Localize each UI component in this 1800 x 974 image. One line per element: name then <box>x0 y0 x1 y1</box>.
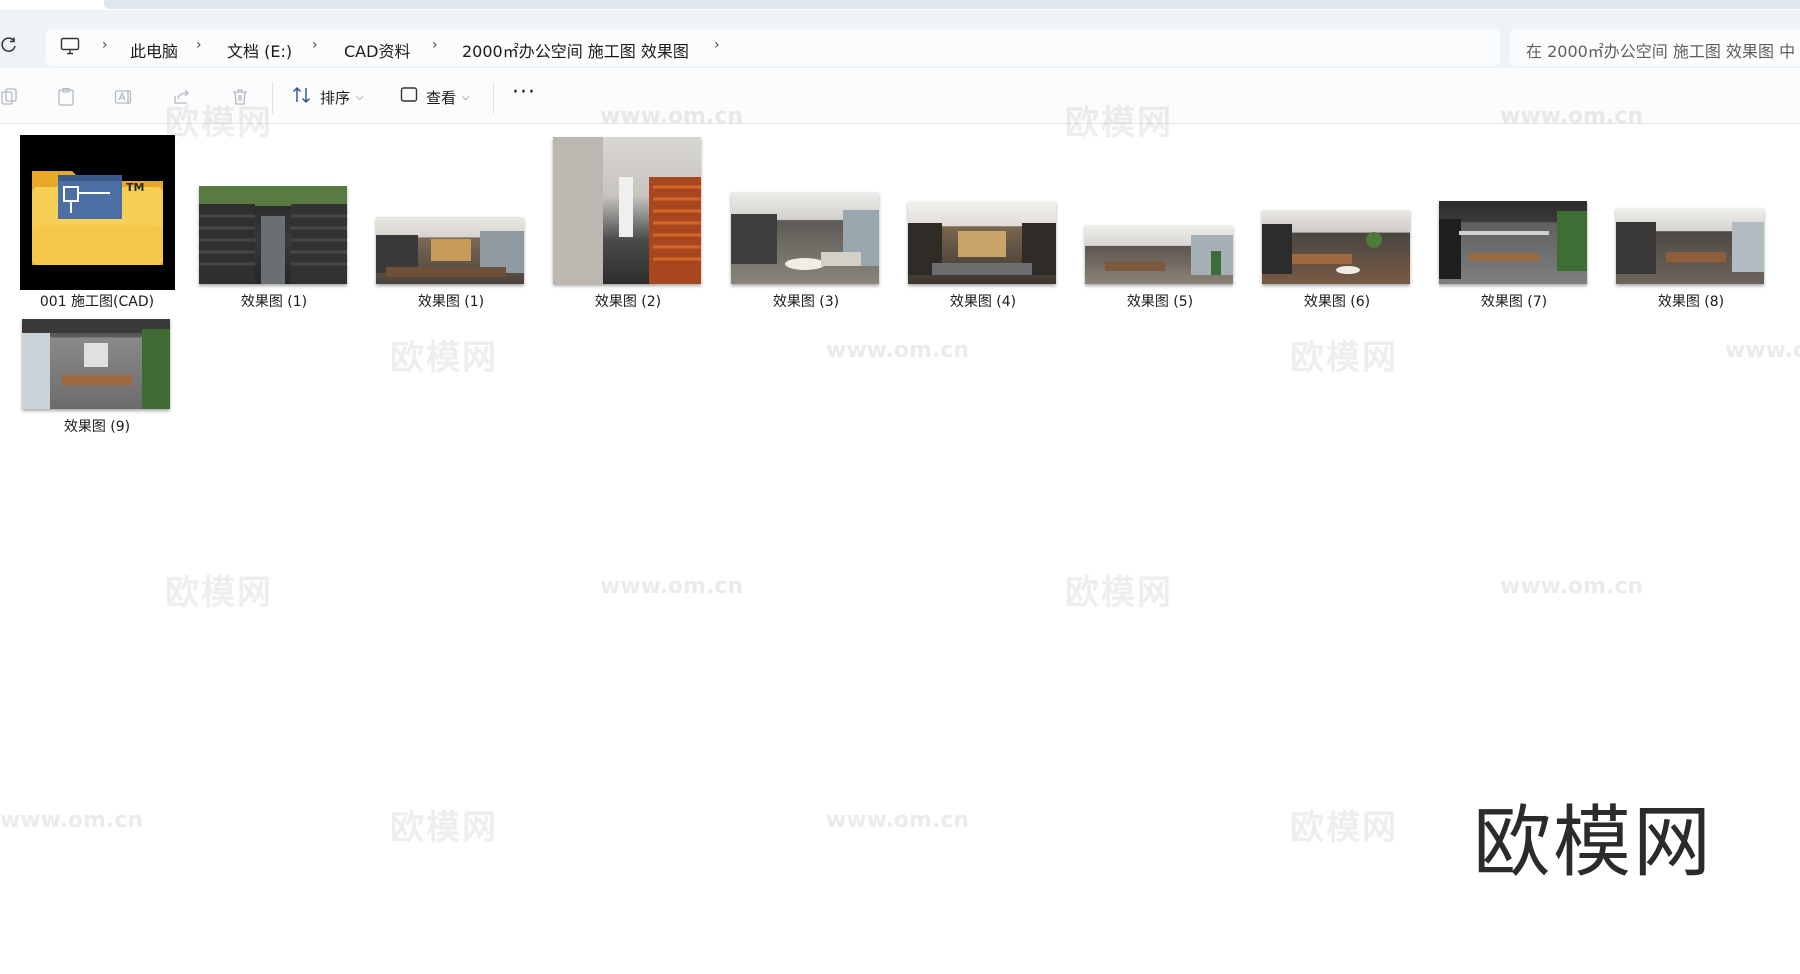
watermark-logo: 欧模网 <box>1473 798 1714 888</box>
breadcrumb-current-folder[interactable]: 2000㎡办公空间 施工图 效果图 <box>462 38 689 62</box>
rename-icon[interactable] <box>114 87 136 109</box>
file-item[interactable]: 效果图 (1) <box>189 131 359 310</box>
image-thumbnail <box>1085 225 1233 284</box>
chevron-right-icon[interactable]: › <box>432 37 438 53</box>
view-icon <box>400 86 418 108</box>
watermark-url: www.om.cn <box>0 808 144 833</box>
watermark-url: www.om.cn <box>1500 104 1644 129</box>
toolbar-divider <box>493 82 494 114</box>
refresh-icon[interactable] <box>0 36 22 60</box>
search-input[interactable]: 在 2000㎡办公空间 施工图 效果图 中 <box>1510 29 1800 66</box>
file-item[interactable]: 效果图 (3) <box>721 131 891 310</box>
file-item[interactable]: 效果图 (8) <box>1606 131 1776 310</box>
view-button[interactable]: 查看 ⌵ <box>400 83 470 111</box>
computer-icon[interactable] <box>60 37 82 57</box>
file-name: 效果图 (4) <box>949 294 1017 310</box>
sort-label: 排序 <box>320 88 351 107</box>
image-thumbnail <box>1262 210 1410 284</box>
chevron-right-icon[interactable]: › <box>102 37 108 53</box>
image-thumbnail <box>376 217 524 284</box>
file-item[interactable]: 效果图 (6) <box>1252 131 1422 310</box>
breadcrumb-cad-folder[interactable]: CAD资料 <box>344 38 410 62</box>
chevron-down-icon: ⌵ <box>356 91 364 103</box>
image-thumbnail <box>199 186 347 284</box>
folder-icon: TM <box>20 135 175 290</box>
chevron-right-icon[interactable]: › <box>312 37 318 53</box>
image-thumbnail <box>1439 201 1587 284</box>
watermark-brand: 欧模网 <box>1065 573 1173 613</box>
file-item[interactable]: 效果图 (1) <box>366 131 536 310</box>
file-item[interactable]: TM 001 施工图(CAD) <box>12 131 182 310</box>
image-thumbnail <box>731 192 879 284</box>
chevron-right-icon[interactable]: › <box>714 37 720 53</box>
file-name: 效果图 (1) <box>417 294 485 310</box>
file-name: 001 施工图(CAD) <box>39 294 155 310</box>
file-item[interactable]: 效果图 (5) <box>1075 131 1245 310</box>
breadcrumb-drive-e[interactable]: 文档 (E:) <box>227 38 292 62</box>
watermark-url: www.om.cn <box>600 104 744 129</box>
file-name: 效果图 (2) <box>594 294 662 310</box>
file-item[interactable]: 效果图 (7) <box>1429 131 1599 310</box>
image-thumbnail <box>1616 208 1764 284</box>
file-name: 效果图 (7) <box>1480 294 1548 310</box>
sort-button[interactable]: 排序 ⌵ <box>292 83 364 111</box>
watermark-brand: 欧模网 <box>390 338 498 378</box>
file-name: 效果图 (1) <box>240 294 308 310</box>
view-label: 查看 <box>426 88 457 107</box>
file-item[interactable]: 效果图 (9) <box>12 318 182 438</box>
watermark-url: www.om.cn <box>826 338 970 363</box>
watermark-url: www.om.cn <box>1500 574 1644 599</box>
watermark-brand: 欧模网 <box>1290 338 1398 378</box>
watermark-brand: 欧模网 <box>390 808 498 848</box>
more-options-button[interactable]: ··· <box>512 80 536 105</box>
file-name: 效果图 (3) <box>772 294 840 310</box>
svg-text:TM: TM <box>126 181 144 194</box>
file-item[interactable]: 效果图 (2) <box>543 131 713 310</box>
chevron-down-icon: ⌵ <box>462 91 470 103</box>
paste-icon[interactable] <box>56 87 78 109</box>
watermark-url: www.om.cn <box>600 574 744 599</box>
watermark-brand: 欧模网 <box>165 573 273 613</box>
file-name: 效果图 (8) <box>1657 294 1725 310</box>
copy-icon[interactable] <box>0 87 22 109</box>
image-thumbnail <box>908 201 1056 284</box>
image-thumbnail <box>553 137 701 284</box>
chevron-right-icon[interactable]: › <box>196 37 202 53</box>
watermark-brand: 欧模网 <box>1290 808 1398 848</box>
address-bar-row: › 此电脑 › 文档 (E:) › CAD资料 › 2000㎡办公空间 施工图 … <box>0 10 1800 68</box>
file-item[interactable]: 效果图 (4) <box>898 131 1068 310</box>
watermark-url: www.om.cn <box>1725 338 1800 363</box>
sort-icon <box>292 86 312 108</box>
file-name: 效果图 (6) <box>1303 294 1371 310</box>
watermark-url: www.om.cn <box>826 808 970 833</box>
title-bar-strip <box>104 0 1800 9</box>
search-placeholder: 在 2000㎡办公空间 施工图 效果图 中 <box>1526 42 1796 61</box>
image-thumbnail <box>22 319 170 409</box>
file-name: 效果图 (9) <box>63 419 131 435</box>
breadcrumb-this-pc[interactable]: 此电脑 <box>130 38 178 62</box>
address-bar[interactable]: › 此电脑 › 文档 (E:) › CAD资料 › 2000㎡办公空间 施工图 … <box>46 29 1500 66</box>
file-name: 效果图 (5) <box>1126 294 1194 310</box>
